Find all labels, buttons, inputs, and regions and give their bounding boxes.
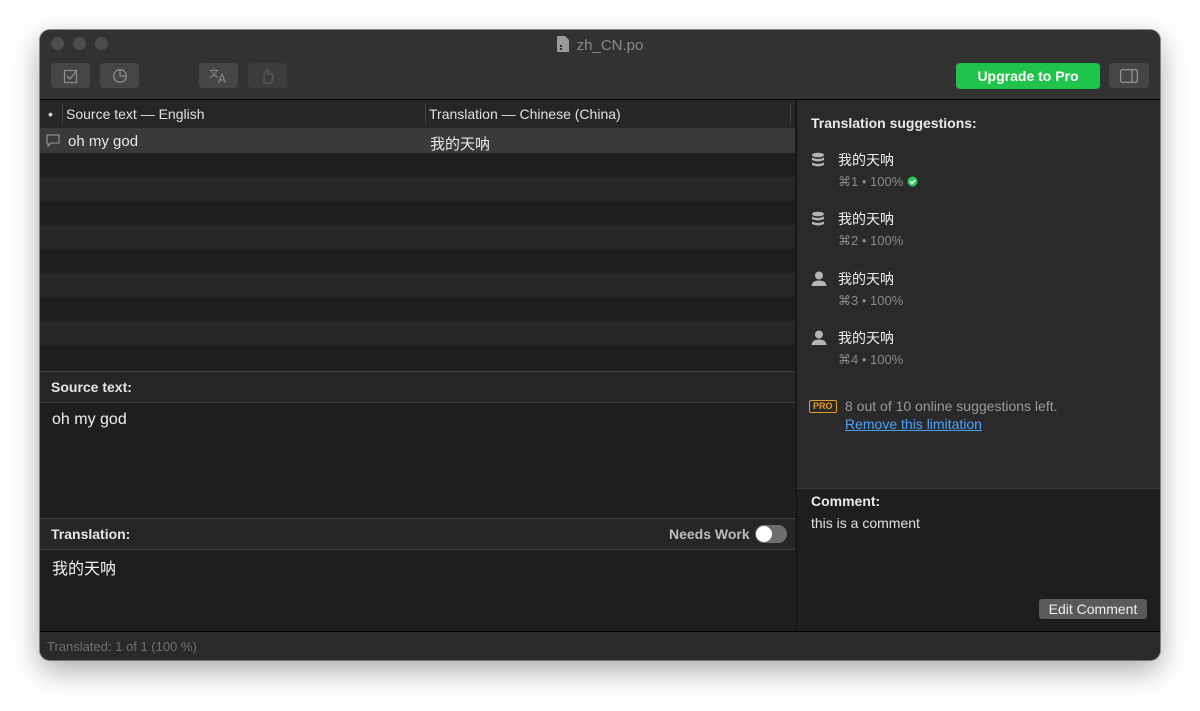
suggestion-meta: ⌘2 • 100% bbox=[838, 233, 904, 248]
validate-icon bbox=[63, 69, 78, 83]
comment-icon bbox=[46, 134, 60, 152]
edit-comment-button[interactable]: Edit Comment bbox=[1039, 599, 1147, 619]
empty-row bbox=[40, 153, 795, 177]
suggestion-meta: ⌘3 • 100% bbox=[838, 293, 904, 308]
verified-check-icon bbox=[907, 175, 918, 190]
suggestion-text: 我的天呐 bbox=[838, 271, 894, 287]
empty-row bbox=[40, 297, 795, 321]
file-icon bbox=[556, 36, 569, 56]
translate-button[interactable]: 文 A bbox=[199, 63, 238, 88]
empty-row bbox=[40, 345, 795, 371]
status-column-header[interactable]: • bbox=[48, 106, 53, 122]
empty-row bbox=[40, 225, 795, 249]
pretranslate-icon bbox=[262, 67, 274, 84]
table-row[interactable]: oh my god 我的天呐 bbox=[40, 129, 795, 153]
suggestion-meta: ⌘1 • 100% bbox=[838, 174, 918, 190]
translate-icon: 文 A bbox=[209, 67, 227, 85]
upgrade-to-pro-button[interactable]: Upgrade to Pro bbox=[956, 63, 1100, 89]
editor-pane: • Source text — English Translation — Ch… bbox=[40, 100, 795, 630]
statistics-icon bbox=[112, 68, 127, 83]
status-bar: Translated: 1 of 1 (100 %) bbox=[40, 631, 1160, 660]
validate-button[interactable] bbox=[51, 63, 90, 88]
person-icon bbox=[811, 330, 827, 350]
needs-work-label: Needs Work bbox=[669, 526, 750, 542]
sidebar-toggle-icon bbox=[1120, 68, 1138, 83]
comment-label: Comment: bbox=[811, 493, 881, 509]
source-column-header[interactable]: Source text — English bbox=[66, 106, 205, 122]
suggestions-title: Translation suggestions: bbox=[811, 115, 977, 131]
source-text-label: Source text: bbox=[51, 379, 132, 395]
source-text-header: Source text: bbox=[40, 371, 795, 403]
empty-row bbox=[40, 177, 795, 201]
remove-limitation-link[interactable]: Remove this limitation bbox=[845, 416, 982, 432]
sidebar: Translation suggestions: 我的天呐 ⌘1 • 100% bbox=[796, 100, 1160, 631]
column-separator bbox=[62, 104, 63, 124]
translation-header: Translation: Needs Work bbox=[40, 518, 795, 550]
translation-input[interactable]: 我的天呐 bbox=[52, 555, 116, 579]
window-title: zh_CN.po bbox=[40, 36, 1160, 56]
status-text: Translated: 1 of 1 (100 %) bbox=[47, 639, 197, 654]
online-suggestions-left-text: 8 out of 10 online suggestions left. bbox=[845, 398, 1058, 414]
source-text-content: oh my god bbox=[52, 411, 127, 428]
sidebar-toggle-button[interactable] bbox=[1109, 63, 1149, 88]
suggestion-meta: ⌘4 • 100% bbox=[838, 352, 904, 367]
empty-row bbox=[40, 321, 795, 345]
window-title-text: zh_CN.po bbox=[576, 37, 644, 54]
statistics-button[interactable] bbox=[100, 63, 139, 88]
comment-panel: Comment: this is a comment Edit Comment bbox=[797, 488, 1160, 631]
person-icon bbox=[811, 271, 827, 291]
suggestion-text: 我的天呐 bbox=[838, 330, 894, 346]
empty-row bbox=[40, 273, 795, 297]
needs-work-toggle[interactable] bbox=[755, 525, 787, 543]
app-window: zh_CN.po 文 A Upgrade to Pro • Source tex… bbox=[40, 30, 1160, 660]
empty-row bbox=[40, 249, 795, 273]
comment-text: this is a comment bbox=[811, 515, 920, 531]
pro-badge: PRO bbox=[809, 400, 837, 413]
toggle-knob bbox=[756, 526, 772, 542]
translation-label: Translation: bbox=[51, 526, 131, 542]
suggestion-text: 我的天呐 bbox=[838, 152, 894, 168]
column-separator bbox=[790, 104, 791, 124]
database-icon bbox=[811, 211, 825, 232]
row-source-text: oh my god bbox=[68, 133, 139, 150]
translation-column-header[interactable]: Translation — Chinese (China) bbox=[429, 106, 621, 122]
column-separator bbox=[425, 104, 426, 124]
empty-row bbox=[40, 201, 795, 225]
titlebar: zh_CN.po 文 A Upgrade to Pro bbox=[40, 30, 1160, 100]
row-translation-text: 我的天呐 bbox=[430, 136, 491, 153]
database-icon bbox=[811, 152, 825, 173]
pretranslate-button[interactable] bbox=[248, 63, 287, 88]
suggestion-text: 我的天呐 bbox=[838, 211, 894, 227]
column-header: • Source text — English Translation — Ch… bbox=[40, 100, 795, 129]
svg-text:A: A bbox=[218, 72, 227, 85]
